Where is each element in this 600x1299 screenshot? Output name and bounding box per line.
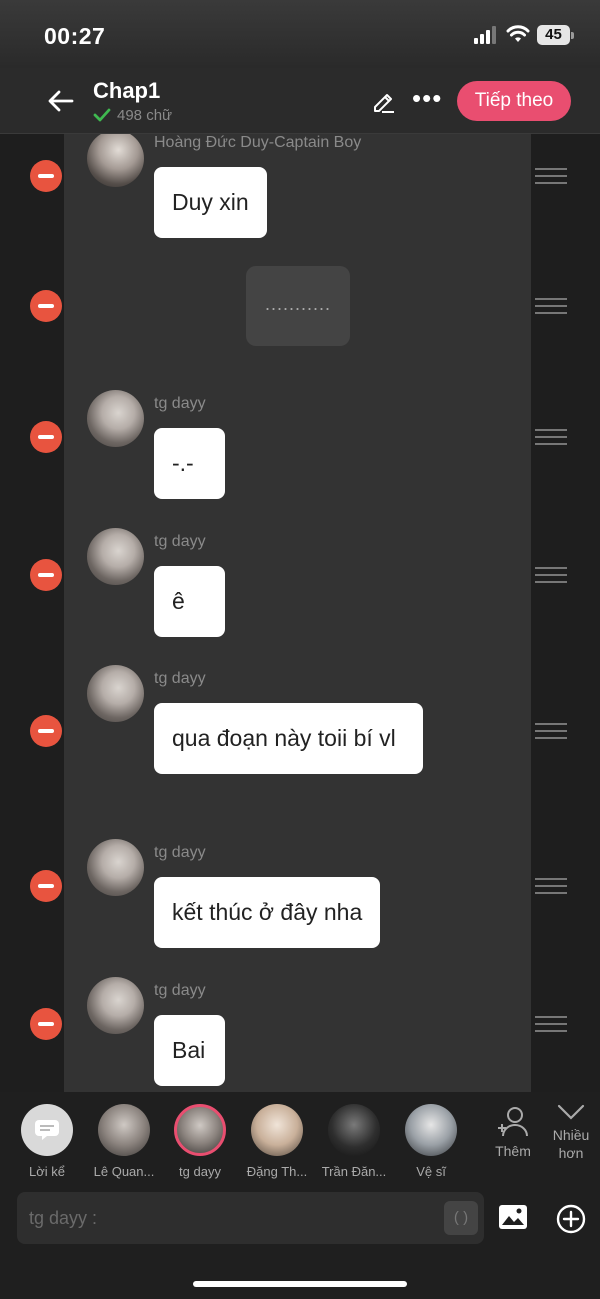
author-name: tg dayy bbox=[154, 395, 206, 412]
message-input[interactable]: tg dayy : ( ) bbox=[17, 1192, 484, 1244]
status-bar: 00:27 45 bbox=[0, 0, 600, 68]
avatar bbox=[251, 1104, 303, 1156]
message-bubble[interactable]: kết thúc ở đây nha bbox=[154, 877, 381, 948]
author-name: tg dayy bbox=[154, 982, 206, 999]
minus-icon[interactable] bbox=[30, 421, 62, 453]
input-placeholder: tg dayy : bbox=[29, 1208, 98, 1228]
character-item[interactable]: Lê Quan... bbox=[89, 1104, 159, 1179]
bracket-button[interactable]: ( ) bbox=[444, 1201, 478, 1235]
message-bubble[interactable]: ê bbox=[154, 566, 225, 637]
avatar bbox=[174, 1104, 226, 1156]
drag-handle-icon[interactable] bbox=[535, 429, 567, 447]
word-count: 498 chữ bbox=[93, 106, 172, 124]
avatar bbox=[87, 839, 144, 896]
character-name: tg dayy bbox=[179, 1164, 221, 1179]
author-name: Hoàng Đức Duy-Captain Boy bbox=[154, 134, 362, 151]
back-arrow-icon[interactable] bbox=[46, 86, 76, 116]
minus-icon[interactable] bbox=[30, 290, 62, 322]
minus-icon[interactable] bbox=[30, 1008, 62, 1040]
character-item[interactable]: Trần Đăn... bbox=[319, 1104, 389, 1179]
drag-handle-icon[interactable] bbox=[535, 878, 567, 896]
drag-handle-icon[interactable] bbox=[535, 298, 567, 316]
author-name: tg dayy bbox=[154, 533, 206, 550]
character-name: Lê Quan... bbox=[93, 1164, 155, 1179]
character-bar: Lời kể Lê Quan... tg dayy Đặng Th... Trầ… bbox=[0, 1092, 600, 1184]
battery-icon: 45 bbox=[537, 25, 574, 45]
avatar bbox=[87, 390, 144, 447]
character-name: Đặng Th... bbox=[246, 1164, 308, 1179]
more-characters-button[interactable]: Nhiều hơn bbox=[548, 1102, 594, 1162]
avatar bbox=[87, 977, 144, 1034]
narration-bubble[interactable]: ........... bbox=[246, 266, 350, 346]
drag-handle-icon[interactable] bbox=[535, 567, 567, 585]
add-character-button[interactable]: Thêm bbox=[488, 1104, 538, 1159]
more-characters-label: Nhiều hơn bbox=[552, 1127, 590, 1161]
next-button[interactable]: Tiếp theo bbox=[457, 81, 571, 121]
avatar bbox=[328, 1104, 380, 1156]
drag-handle-icon[interactable] bbox=[535, 723, 567, 741]
character-name: Lời kể bbox=[29, 1164, 65, 1179]
chevron-down-icon bbox=[557, 1104, 585, 1120]
image-icon[interactable] bbox=[498, 1204, 528, 1230]
character-item[interactable]: Đặng Th... bbox=[242, 1104, 312, 1179]
signal-icon bbox=[474, 26, 496, 44]
page-title: Chap1 bbox=[93, 78, 161, 103]
composer: tg dayy : ( ) bbox=[0, 1184, 600, 1299]
more-icon[interactable]: ••• bbox=[412, 85, 444, 112]
author-name: tg dayy bbox=[154, 844, 206, 861]
drag-handle-icon[interactable] bbox=[535, 168, 567, 186]
add-person-icon bbox=[498, 1107, 528, 1137]
minus-icon[interactable] bbox=[30, 559, 62, 591]
status-time: 00:27 bbox=[44, 23, 106, 49]
check-icon bbox=[93, 108, 111, 122]
avatar bbox=[405, 1104, 457, 1156]
character-item-selected[interactable]: tg dayy bbox=[165, 1104, 235, 1179]
message-bubble[interactable]: Bai bbox=[154, 1015, 225, 1086]
character-narrator[interactable]: Lời kể bbox=[12, 1104, 82, 1179]
minus-icon[interactable] bbox=[30, 715, 62, 747]
message-feed[interactable]: Hoàng Đức Duy-Captain Boy Duy xin ......… bbox=[0, 134, 600, 1092]
character-item[interactable]: Vệ sĩ bbox=[396, 1104, 466, 1179]
character-name: Vệ sĩ bbox=[416, 1164, 446, 1179]
add-character-label: Thêm bbox=[495, 1143, 531, 1159]
battery-level: 45 bbox=[537, 25, 570, 45]
message-bubble[interactable]: qua đoạn này toii bí vl bbox=[154, 703, 423, 774]
narrator-icon bbox=[21, 1104, 73, 1156]
minus-icon[interactable] bbox=[30, 160, 62, 192]
wifi-icon bbox=[506, 25, 530, 42]
word-count-label: 498 chữ bbox=[117, 106, 173, 124]
avatar bbox=[98, 1104, 150, 1156]
plus-circle-icon[interactable] bbox=[556, 1204, 586, 1234]
minus-icon[interactable] bbox=[30, 870, 62, 902]
message-bubble[interactable]: Duy xin bbox=[154, 167, 267, 238]
author-name: tg dayy bbox=[154, 670, 206, 687]
home-indicator bbox=[193, 1281, 407, 1287]
pencil-icon[interactable] bbox=[370, 88, 396, 114]
message-bubble[interactable]: -.- bbox=[154, 428, 225, 499]
avatar bbox=[87, 665, 144, 722]
character-name: Trần Đăn... bbox=[321, 1164, 387, 1179]
header: Chap1 498 chữ ••• Tiếp theo bbox=[0, 68, 600, 134]
avatar bbox=[87, 528, 144, 585]
drag-handle-icon[interactable] bbox=[535, 1016, 567, 1034]
